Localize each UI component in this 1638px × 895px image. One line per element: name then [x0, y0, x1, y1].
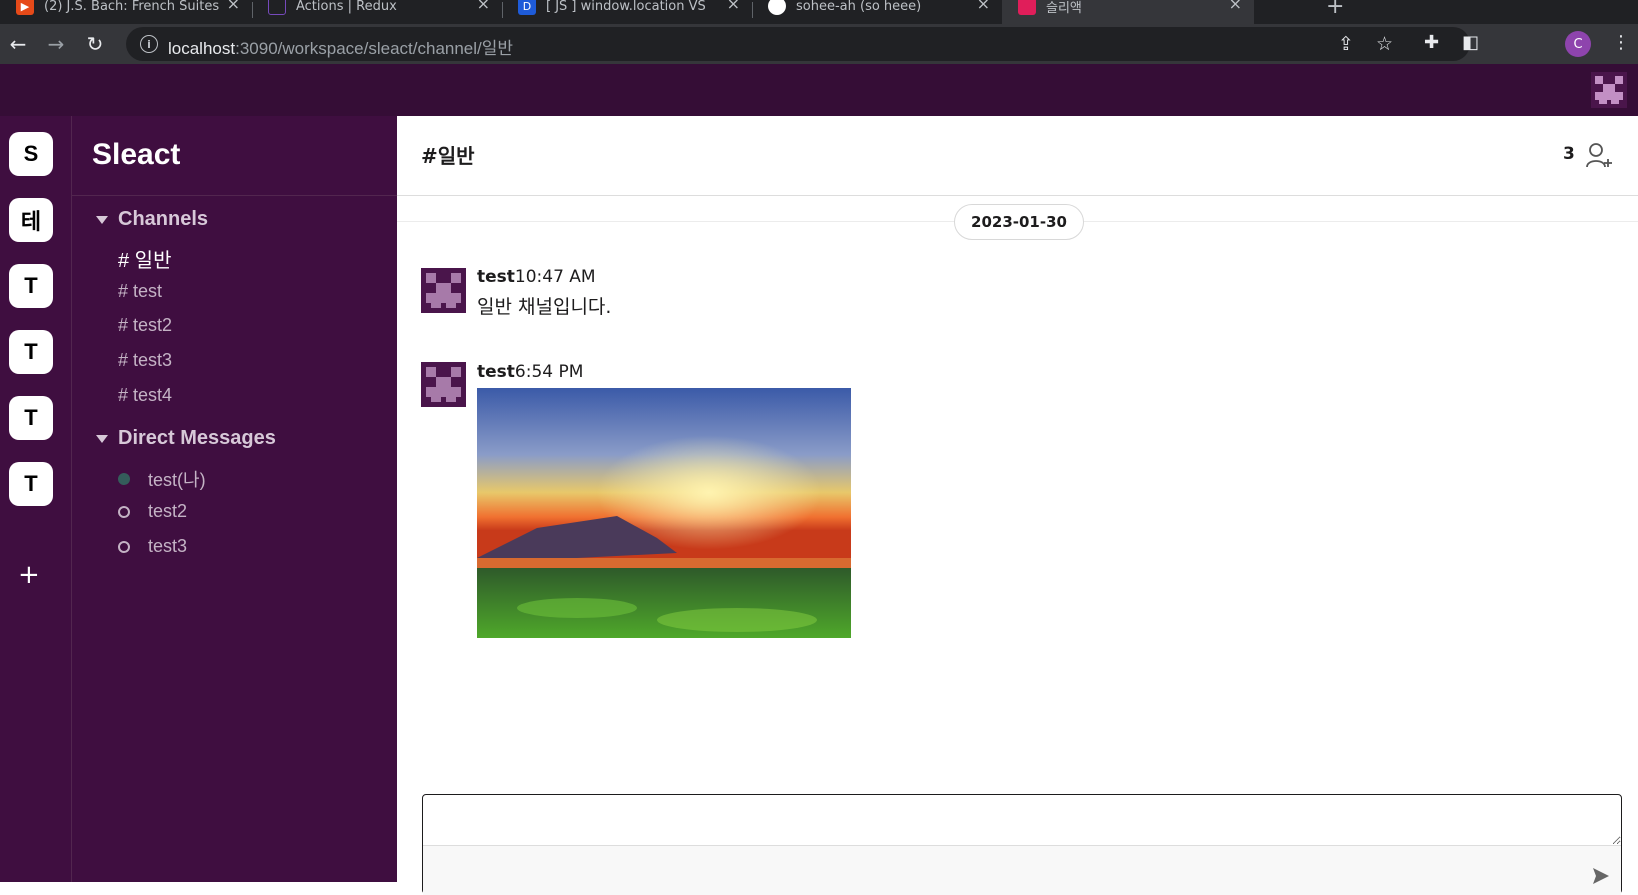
- browser-tab-5-active[interactable]: 슬리액 ×: [1002, 0, 1254, 24]
- browser-tabstrip: ▶ (2) J.S. Bach: French Suites × Actions…: [0, 0, 1638, 24]
- workspace-button[interactable]: T: [9, 396, 53, 440]
- youtube-favicon-icon: ▶: [16, 0, 34, 15]
- workspace-bar: S 테 T T T T +: [0, 116, 72, 882]
- reload-icon[interactable]: ↻: [83, 32, 107, 56]
- forward-icon[interactable]: →: [44, 32, 68, 56]
- section-label: Channels: [118, 208, 209, 230]
- workspace-button[interactable]: S: [9, 132, 53, 176]
- chat-area: #일반 3 2023-01-30 test10:47 AM 일반 채널입니다. …: [397, 116, 1638, 895]
- browser-tab-4[interactable]: sohee-ah (so heee) ×: [752, 0, 1002, 24]
- browser-tab-2[interactable]: Actions | Redux ×: [252, 0, 502, 24]
- close-tab-icon[interactable]: ×: [727, 0, 740, 13]
- offline-status-icon: [118, 540, 130, 553]
- add-member-icon[interactable]: [1585, 140, 1615, 170]
- workspace-button[interactable]: T: [9, 264, 53, 308]
- browser-toolbar: ← → ↻ i localhost:3090/workspace/sleact/…: [0, 24, 1638, 64]
- dm-label: test(나): [148, 470, 206, 490]
- message-header: test6:54 PM: [477, 362, 583, 382]
- github-favicon-icon: [768, 0, 786, 15]
- browser-tab-1[interactable]: ▶ (2) J.S. Bach: French Suites ×: [0, 0, 252, 24]
- share-icon[interactable]: ⇪: [1338, 33, 1354, 55]
- message-username[interactable]: test: [477, 362, 515, 382]
- sidebar-item-channel[interactable]: # test: [118, 281, 162, 302]
- channel-title: #일반: [421, 144, 475, 168]
- sidebar-item-channel[interactable]: # 일반: [118, 244, 171, 273]
- sidebar-item-channel[interactable]: # test2: [118, 315, 172, 336]
- message-header: test10:47 AM: [477, 267, 596, 287]
- d-favicon-icon: D: [518, 0, 536, 15]
- extensions-puzzle-icon[interactable]: ✚: [1424, 32, 1439, 53]
- tab-title: 슬리액: [1046, 0, 1082, 16]
- sidebar-item-channel[interactable]: # test4: [118, 385, 172, 406]
- slack-favicon-icon: [1018, 0, 1036, 15]
- add-workspace-button[interactable]: +: [18, 562, 40, 588]
- sidebar-divider: [72, 195, 397, 196]
- message-avatar-icon[interactable]: [421, 268, 466, 313]
- section-label: Direct Messages: [118, 427, 276, 449]
- composer-toolbar: [423, 845, 1621, 895]
- sunset-photo-image[interactable]: [477, 388, 851, 638]
- message-timestamp: 6:54 PM: [514, 362, 584, 382]
- chat-header: #일반 3: [397, 116, 1638, 196]
- date-divider: 2023-01-30: [954, 204, 1084, 240]
- url-text[interactable]: localhost:3090/workspace/sleact/channel/…: [168, 34, 513, 59]
- menu-kebab-icon[interactable]: ⋮: [1612, 32, 1630, 53]
- address-bar[interactable]: i localhost:3090/workspace/sleact/channe…: [126, 27, 1470, 61]
- workspace-name[interactable]: Sleact: [92, 138, 180, 172]
- offline-status-icon: [118, 505, 130, 518]
- tab-title: (2) J.S. Bach: French Suites: [44, 0, 220, 14]
- app-header: [0, 64, 1638, 116]
- channels-section-toggle[interactable]: Channels: [96, 208, 208, 231]
- send-icon[interactable]: [1591, 866, 1611, 886]
- redux-favicon-icon: [268, 0, 286, 15]
- workspace-button[interactable]: T: [9, 462, 53, 506]
- dm-label: test3: [148, 536, 188, 556]
- message-composer: [422, 794, 1622, 895]
- browser-tab-3[interactable]: D [ JS ] window.location VS ×: [502, 0, 752, 24]
- dm-label: test2: [148, 501, 188, 521]
- close-tab-icon[interactable]: ×: [227, 0, 240, 13]
- new-tab-icon[interactable]: +: [1326, 0, 1344, 19]
- tab-title: Actions | Redux: [296, 0, 397, 14]
- dm-section-toggle[interactable]: Direct Messages: [96, 427, 276, 450]
- workspace-button[interactable]: 테: [9, 198, 53, 242]
- back-icon[interactable]: ←: [6, 32, 30, 56]
- site-info-icon[interactable]: i: [140, 35, 158, 53]
- tab-title: sohee-ah (so heee): [796, 0, 922, 14]
- message-timestamp: 10:47 AM: [514, 267, 596, 287]
- sidebar-item-channel[interactable]: # test3: [118, 350, 172, 371]
- side-panel-icon[interactable]: ◧: [1462, 32, 1479, 53]
- bookmark-star-icon[interactable]: ☆: [1376, 33, 1393, 55]
- sidebar-item-dm[interactable]: test2: [118, 501, 187, 522]
- message-input[interactable]: [423, 795, 1621, 845]
- workspace-button[interactable]: T: [9, 330, 53, 374]
- sidebar-item-dm[interactable]: test3: [118, 536, 187, 557]
- close-tab-icon[interactable]: ×: [477, 0, 490, 13]
- url-host: localhost: [168, 39, 236, 58]
- user-avatar-icon[interactable]: [1591, 72, 1627, 108]
- message-avatar-icon[interactable]: [421, 362, 466, 407]
- profile-avatar[interactable]: C: [1565, 31, 1591, 57]
- url-path: :3090/workspace/sleact/channel/일반: [235, 39, 514, 58]
- online-status-icon: [118, 473, 130, 485]
- sidebar-item-dm[interactable]: test(나): [118, 466, 206, 492]
- caret-down-icon: [96, 215, 108, 224]
- channel-sidebar: Sleact Channels # 일반 # test # test2 # te…: [72, 116, 397, 882]
- member-count[interactable]: 3: [1563, 144, 1575, 164]
- message-text: 일반 채널입니다.: [477, 296, 612, 318]
- close-tab-icon[interactable]: ×: [1229, 0, 1242, 13]
- tab-title: [ JS ] window.location VS: [546, 0, 706, 14]
- caret-down-icon: [96, 434, 108, 443]
- message-username[interactable]: test: [477, 267, 515, 287]
- close-tab-icon[interactable]: ×: [977, 0, 990, 13]
